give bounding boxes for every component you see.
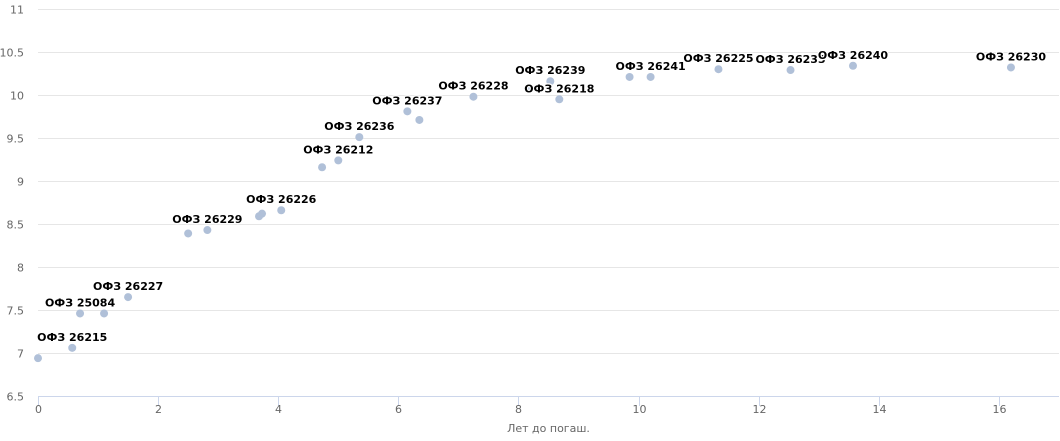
- scatter-point[interactable]: [469, 92, 478, 101]
- point-label: ОФЗ 26212: [303, 143, 373, 156]
- point-label: ОФЗ 26215: [37, 331, 107, 344]
- x-tick-label: 8: [515, 403, 522, 416]
- scatter-point[interactable]: [100, 309, 109, 318]
- point-label: ОФЗ 26240: [818, 49, 889, 62]
- scatter-point[interactable]: [625, 72, 634, 81]
- scatter-point[interactable]: [646, 72, 655, 81]
- point-label: ОФЗ 26218: [524, 82, 594, 95]
- x-tick-label: 10: [633, 403, 647, 416]
- x-tick-label: 6: [395, 403, 402, 416]
- point-label: ОФЗ 26227: [93, 280, 163, 293]
- y-tick-label: 10: [10, 90, 24, 103]
- chart-container: 6.5 7 7.5 8 8.5 9 9.5 10 10.5 11 0 2 4 6 8 10 12 14 16 ОФЗ…: [0, 0, 1060, 441]
- scatter-point[interactable]: [403, 107, 412, 116]
- y-tick-label: 7.5: [7, 305, 25, 318]
- scatter-point[interactable]: [334, 156, 343, 165]
- x-tick-label: 4: [275, 403, 282, 416]
- x-tick-label: 12: [753, 403, 767, 416]
- scatter-point[interactable]: [415, 115, 424, 124]
- point-label: ОФЗ 26237: [372, 94, 442, 107]
- marker-layer: [34, 61, 1015, 363]
- x-tick-label: 2: [155, 403, 162, 416]
- scatter-point[interactable]: [258, 209, 267, 218]
- scatter-point[interactable]: [318, 163, 327, 172]
- y-tick-label: 11: [10, 4, 24, 17]
- point-label: ОФЗ 26229: [172, 213, 242, 226]
- scatter-point[interactable]: [184, 229, 193, 238]
- point-label: ОФЗ 26241: [616, 60, 686, 73]
- point-label: ОФЗ 26236: [324, 120, 395, 133]
- scatter-point[interactable]: [355, 133, 364, 142]
- point-label: ОФЗ 26226: [246, 193, 317, 206]
- point-label: ОФЗ 26239: [515, 64, 585, 77]
- point-label: ОФЗ 26230: [976, 50, 1047, 63]
- point-label: ОФЗ 26233: [755, 53, 825, 66]
- y-tick-label: 9: [17, 176, 24, 189]
- point-label: ОФЗ 26228: [438, 80, 508, 93]
- scatter-point[interactable]: [124, 293, 133, 302]
- scatter-point[interactable]: [203, 226, 212, 235]
- scatter-point[interactable]: [68, 343, 77, 352]
- scatter-point[interactable]: [786, 66, 795, 75]
- scatter-chart: 6.5 7 7.5 8 8.5 9 9.5 10 10.5 11 0 2 4 6 8 10 12 14 16 ОФЗ…: [0, 4, 1059, 435]
- x-tick-label: 16: [993, 403, 1007, 416]
- scatter-point[interactable]: [76, 309, 85, 318]
- y-tick-label: 6.5: [7, 391, 25, 404]
- y-tick-label: 9.5: [7, 133, 25, 146]
- scatter-point[interactable]: [848, 61, 857, 70]
- point-label: ОФЗ 26225: [683, 52, 753, 65]
- label-layer: ОФЗ 26215 ОФЗ 25084 ОФЗ 26227 ОФЗ 26229 ОФЗ …: [36, 48, 1048, 346]
- scatter-point[interactable]: [1006, 63, 1015, 72]
- x-axis-title: Лет до погаш.: [507, 422, 590, 435]
- scatter-point[interactable]: [714, 65, 723, 74]
- point-label: ОФЗ 25084: [45, 296, 116, 309]
- x-tick-label: 0: [35, 403, 42, 416]
- y-tick-label: 8.5: [7, 219, 25, 232]
- y-tick-label: 7: [17, 348, 24, 361]
- y-tick-label: 10.5: [0, 47, 24, 60]
- y-tick-label: 8: [17, 262, 24, 275]
- grid-layer: [38, 9, 1059, 354]
- scatter-point[interactable]: [555, 95, 564, 104]
- x-tick-label: 14: [873, 403, 887, 416]
- scatter-point[interactable]: [34, 354, 42, 363]
- scatter-point[interactable]: [277, 206, 286, 215]
